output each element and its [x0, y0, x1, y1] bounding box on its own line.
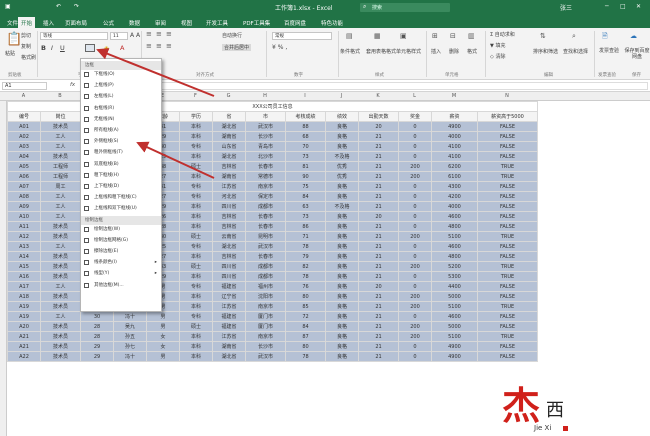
logo-latin: Jie Xi — [534, 424, 552, 432]
annotation-arrows — [96, 48, 215, 179]
logo-dot — [563, 426, 568, 431]
arrow-to-all-borders — [136, 141, 215, 179]
arrow-to-border-button — [96, 48, 215, 97]
logo-char-2: 西 — [546, 400, 564, 421]
watermark-logo: 杰 西 Jie Xi — [450, 384, 650, 436]
logo-char-1: 杰 — [502, 384, 541, 428]
